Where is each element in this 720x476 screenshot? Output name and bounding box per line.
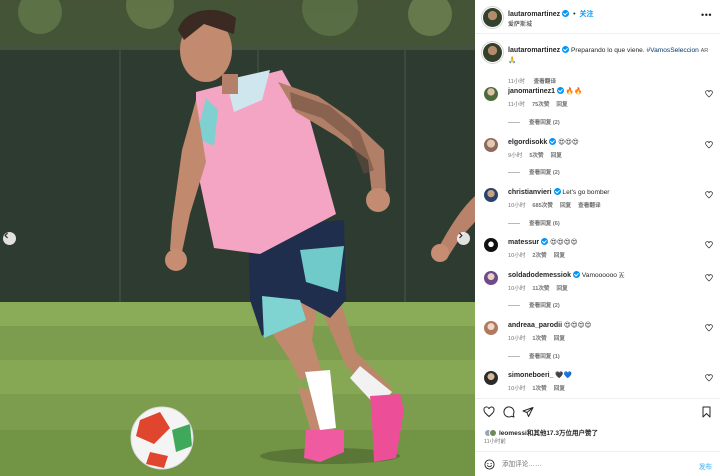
comment-input[interactable]: [502, 458, 672, 471]
heart-icon[interactable]: [705, 141, 713, 149]
comment-text: 😍😍😍😍: [563, 322, 592, 329]
commenter-avatar[interactable]: [484, 87, 498, 101]
post-image[interactable]: [0, 0, 475, 476]
heart-icon[interactable]: [705, 324, 713, 332]
next-image-button[interactable]: [457, 232, 470, 245]
avatar: [489, 429, 497, 437]
verified-badge-icon: [562, 10, 570, 17]
comment-text: 🖤💙: [555, 372, 572, 379]
comment-text: Vamoooooo 🇦: [581, 272, 625, 279]
verified-badge-icon: [573, 271, 581, 278]
comment-likes[interactable]: 11次赞: [532, 286, 549, 292]
commenter-avatar[interactable]: [484, 188, 498, 202]
view-replies-button[interactable]: 查看回复 (2): [508, 301, 560, 309]
caption-hashtag[interactable]: #VamosSeleccion: [647, 47, 699, 54]
comment-time: 10小时: [508, 386, 526, 392]
reply-button[interactable]: 回复: [551, 153, 562, 159]
post-header: lautaromartinez • 关注 爱萨斯城 •••: [475, 0, 720, 34]
header-location[interactable]: 爱萨斯城: [508, 19, 532, 28]
comment-time: 10小时: [508, 203, 526, 209]
comment-text: 😍😍😍😍: [549, 239, 578, 246]
heart-icon[interactable]: [705, 90, 713, 98]
comment-likes[interactable]: 75次赞: [532, 102, 549, 108]
verified-badge-icon: [541, 238, 549, 245]
comment-likes[interactable]: 2次赞: [532, 253, 546, 259]
verified-badge-icon: [557, 87, 565, 94]
view-replies-button[interactable]: 查看回复 (1): [508, 352, 560, 360]
commenter-avatar[interactable]: [484, 238, 498, 252]
view-replies-button[interactable]: 查看回复 (2): [508, 118, 560, 126]
translate-button[interactable]: 查看翻译: [578, 203, 600, 209]
bookmark-icon[interactable]: [701, 406, 712, 418]
likes-text: leomessi和其他17.3万位用户赞了: [499, 430, 598, 437]
heart-icon[interactable]: [483, 406, 495, 418]
previous-image-button[interactable]: [3, 232, 16, 245]
more-icon: •••: [701, 10, 712, 20]
heart-icon[interactable]: [705, 191, 713, 199]
post-time: 11小时前: [484, 439, 506, 445]
reply-button[interactable]: 回复: [556, 102, 567, 108]
comment-time: 10小时: [508, 253, 526, 259]
view-replies-button[interactable]: 查看回复 (6): [508, 219, 560, 227]
share-icon[interactable]: [522, 406, 534, 418]
training-photo: [0, 0, 475, 476]
commenter-avatar[interactable]: [484, 371, 498, 385]
comment-username[interactable]: soldadodemessiok: [508, 272, 571, 279]
caption-translate[interactable]: 查看翻译: [534, 79, 556, 85]
heart-icon[interactable]: [705, 374, 713, 382]
comment-likes[interactable]: 1次赞: [532, 386, 546, 392]
comment-username[interactable]: janomartinez1: [508, 88, 555, 95]
comment-icon[interactable]: [503, 406, 515, 418]
comment-text: Let's go bomber: [562, 189, 610, 196]
reply-button[interactable]: 回复: [554, 336, 565, 342]
view-replies-button[interactable]: 查看回复 (2): [508, 168, 560, 176]
verified-badge-icon: [549, 138, 557, 145]
emoji-icon[interactable]: [484, 459, 495, 470]
header-username[interactable]: lautaromartinez: [508, 11, 560, 18]
commenter-avatar[interactable]: [484, 138, 498, 152]
likes-summary[interactable]: leomessi和其他17.3万位用户赞了: [484, 427, 598, 437]
comment-username[interactable]: simoneboeri_: [508, 372, 554, 379]
comment-username[interactable]: matessur: [508, 239, 539, 246]
avatar[interactable]: [483, 8, 502, 27]
comment-time: 10小时: [508, 336, 526, 342]
comment-time: 9小时: [508, 153, 523, 159]
reply-button[interactable]: 回复: [560, 203, 571, 209]
verified-badge-icon: [562, 46, 570, 53]
caption-avatar[interactable]: [483, 43, 502, 62]
post-comment-button[interactable]: 发布: [699, 461, 712, 471]
caption-text: Preparando lo que viene.: [570, 47, 645, 54]
caption-username[interactable]: lautaromartinez: [508, 47, 560, 54]
comment-likes[interactable]: 5次赞: [529, 153, 543, 159]
verified-badge-icon: [553, 188, 561, 195]
comment-username[interactable]: elgordisokk: [508, 139, 547, 146]
comments-list[interactable]: lautaromartinez Preparando lo que viene.…: [475, 34, 720, 396]
comment-likes[interactable]: 685次赞: [532, 203, 553, 209]
reply-button[interactable]: 回复: [557, 286, 568, 292]
caption-time: 11小时: [508, 79, 525, 85]
caption-emoji: 🙏: [508, 57, 517, 64]
comment-text: 🔥🔥: [565, 88, 583, 95]
comment-username[interactable]: andreaa_parodii: [508, 322, 562, 329]
post-side-panel: lautaromartinez • 关注 爱萨斯城 ••• lautaromar…: [475, 0, 720, 476]
commenter-avatar[interactable]: [484, 271, 498, 285]
heart-icon[interactable]: [705, 241, 713, 249]
commenter-avatar[interactable]: [484, 321, 498, 335]
comment-time: 10小时: [508, 286, 526, 292]
comment-likes[interactable]: 1次赞: [532, 336, 546, 342]
reply-button[interactable]: 回复: [554, 253, 565, 259]
reply-button[interactable]: 回复: [554, 386, 565, 392]
more-options-button[interactable]: •••: [701, 10, 712, 20]
add-comment-bar: 发布: [475, 451, 720, 476]
follow-button[interactable]: 关注: [579, 11, 593, 18]
heart-icon[interactable]: [705, 274, 713, 282]
caption-suffix: AR: [700, 48, 709, 54]
chevron-right-icon: [459, 232, 463, 239]
comment-time: 11小时: [508, 102, 525, 108]
chevron-left-icon: [4, 232, 8, 239]
comment-username[interactable]: christianvieri: [508, 189, 552, 196]
comment-text: 😍😍😍: [558, 139, 579, 146]
